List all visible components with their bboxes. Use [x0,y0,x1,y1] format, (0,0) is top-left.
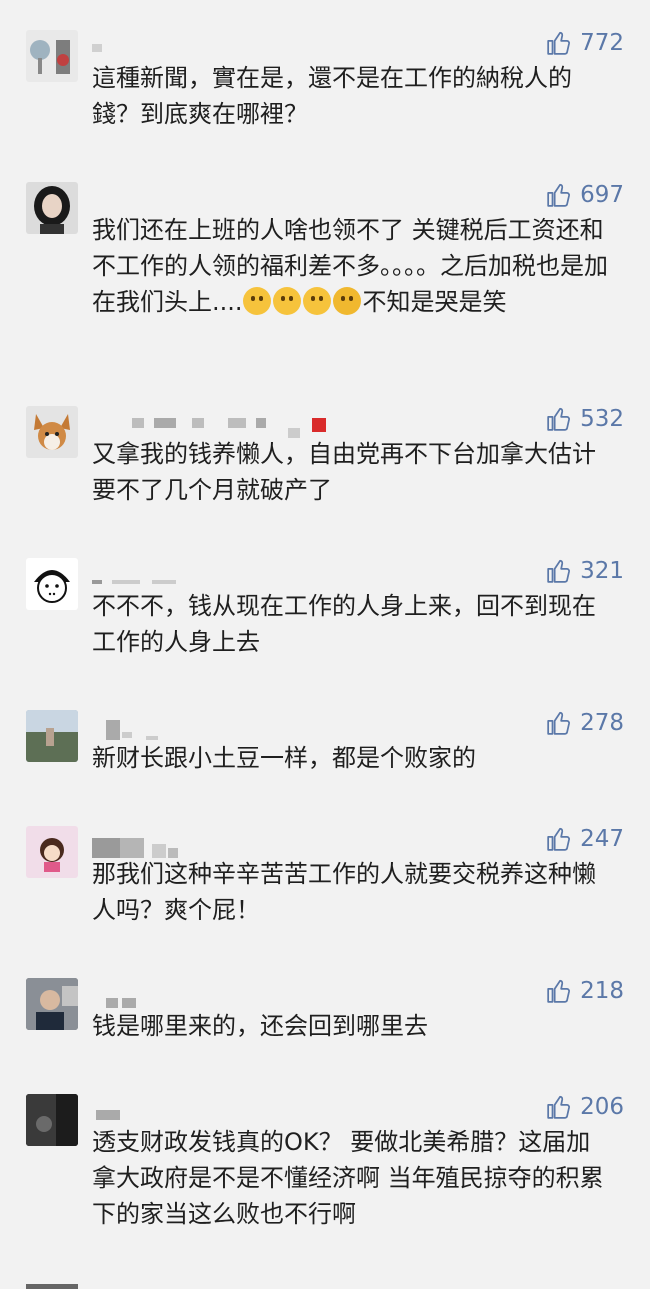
avatar[interactable] [26,710,78,762]
like-button[interactable]: 532 [546,406,624,432]
cartoon-face-icon [34,570,70,603]
comment-text: 钱是哪里来的，还会回到哪里去 [92,1012,428,1040]
username-blurred [92,1102,352,1124]
comment-text: 我们还在上班的人啥也领不了 关键税后工资还和不工作的人领的福利差不多。。。。之后… [92,212,612,320]
avatar[interactable] [26,182,78,234]
username-blurred [92,566,352,588]
username-blurred [92,414,352,438]
comment-text: 新财长跟小土豆一样，都是个败家的 [92,744,476,772]
thumbs-up-icon [547,711,571,735]
thinking-face-icon [242,287,271,315]
comment-text: 透支财政发钱真的OK？ 要做北美希腊？这届加拿大政府是不是不懂经济啊 当年殖民掠… [92,1128,604,1228]
desk-fan-icon [30,40,70,74]
thinking-face-icon [272,287,301,315]
comment-text: 這種新聞，實在是，還不是在工作的納稅人的錢？到底爽在哪裡？ [92,64,572,128]
comment-text: 那我们这种辛辛苦苦工作的人就要交税养这种懒人吗？爽个屁！ [92,860,596,924]
like-count: 321 [580,558,624,584]
comment-text-tail: 不知是哭是笑 [362,288,507,316]
like-button[interactable]: 218 [546,978,624,1004]
thumbs-up-icon [547,827,571,851]
username-blurred [92,986,352,1008]
username-blurred [92,718,352,740]
comment-text: 又拿我的钱养懒人，自由党再不下台加拿大估计要不了几个月就破产了 [92,440,596,504]
cartoon-girl-icon [40,838,64,872]
thumbs-up-icon [547,31,571,55]
frowning-face-icon [332,287,361,315]
avatar[interactable] [26,30,78,82]
like-button[interactable]: 278 [546,710,624,736]
like-count: 772 [580,30,624,56]
monocle-face-icon [302,287,331,315]
like-button[interactable]: 772 [546,30,624,56]
thumbs-up-icon [547,979,571,1003]
avatar[interactable] [26,978,78,1030]
man-portrait-icon [26,978,78,1030]
like-count: 206 [580,1094,624,1120]
coast-photo-icon [26,710,78,762]
like-count: 278 [580,710,624,736]
like-button[interactable]: 697 [546,182,624,208]
avatar[interactable] [26,406,78,458]
like-button[interactable]: 321 [546,558,624,584]
like-button[interactable]: 247 [546,826,624,852]
comment-text: 不不不，钱从现在工作的人身上来，回不到现在工作的人身上去 [92,592,596,656]
avatar[interactable] [26,558,78,610]
like-count: 697 [580,182,624,208]
like-count: 218 [580,978,624,1004]
girl-portrait-icon [34,186,70,234]
thumbs-up-icon [547,183,571,207]
dark-photo-icon [26,1094,78,1146]
like-count: 247 [580,826,624,852]
like-count: 532 [580,406,624,432]
thumbs-up-icon [547,407,571,431]
thumbs-up-icon [547,1095,571,1119]
thumbs-up-icon [547,559,571,583]
like-button[interactable]: 206 [546,1094,624,1120]
avatar[interactable] [26,1094,78,1146]
username-blurred [92,834,352,858]
corgi-dog-icon [34,414,70,450]
avatar[interactable] [26,826,78,878]
next-comment-avatar-partial [26,1284,78,1289]
username-blurred [92,38,352,60]
